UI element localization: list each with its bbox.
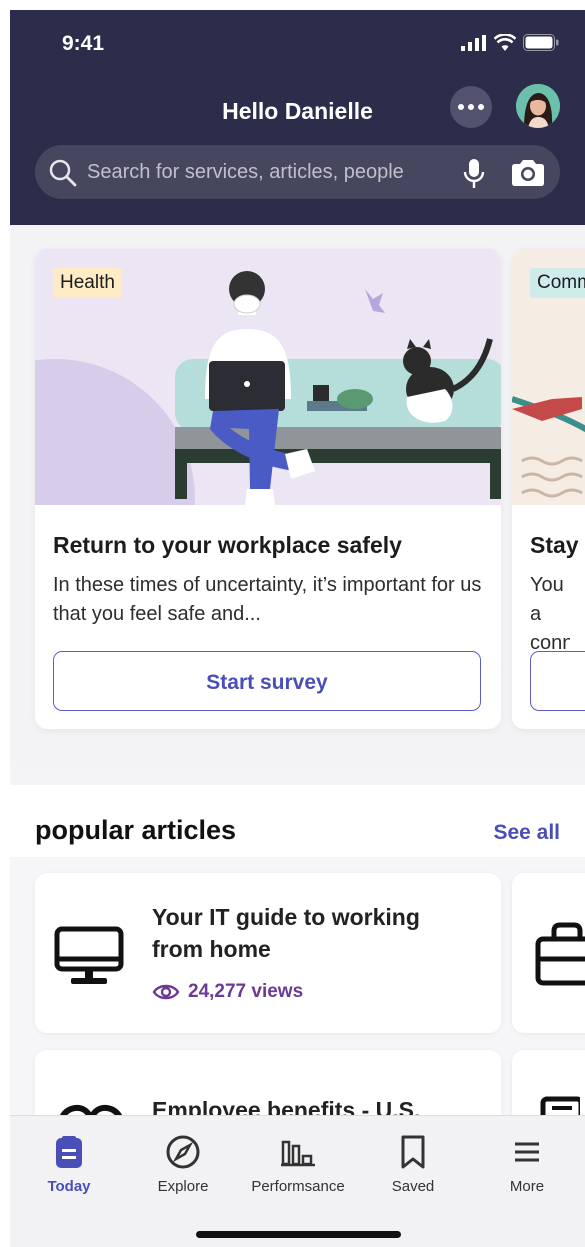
dot-icon <box>458 104 464 110</box>
tab-today[interactable]: Today <box>14 1134 124 1195</box>
avatar-image <box>516 84 560 128</box>
compass-icon <box>166 1135 200 1169</box>
search-icon <box>49 159 77 187</box>
bookmark-icon <box>401 1135 425 1169</box>
tab-label: Today <box>47 1178 91 1195</box>
status-time: 9:41 <box>62 32 105 55</box>
search-bar[interactable] <box>35 145 560 199</box>
chart-icon <box>281 1140 315 1167</box>
dot-icon <box>468 104 474 110</box>
more-options-button[interactable] <box>450 86 492 128</box>
category-tag: Health <box>53 268 122 298</box>
camera-icon[interactable] <box>510 159 546 187</box>
home-indicator[interactable] <box>196 1231 401 1238</box>
signal-icon <box>461 35 486 51</box>
wifi-icon <box>494 34 516 51</box>
start-survey-button[interactable]: Start survey <box>53 651 481 711</box>
card-description: You aconne <box>530 574 570 654</box>
card-action-button[interactable] <box>530 651 585 711</box>
featured-cards-carousel[interactable]: Health Return to your workplace safely I… <box>10 225 585 765</box>
greeting-title: Hello Danielle <box>222 98 373 124</box>
card-illustration: Comm <box>512 249 585 505</box>
article-card[interactable]: Your IT guide to working from home 24,27… <box>35 873 501 1033</box>
article-card[interactable] <box>512 873 585 1033</box>
tab-label: Saved <box>391 1178 435 1195</box>
card-illustration: Health <box>35 249 501 505</box>
status-icons <box>461 34 559 51</box>
tab-more[interactable]: More <box>472 1134 582 1195</box>
monitor-icon <box>54 926 124 984</box>
category-tag: Comm <box>530 268 585 298</box>
bottom-tab-bar: Today Explore Performsance Saved More <box>10 1115 585 1247</box>
card-description: In these times of uncertainty, it’s impo… <box>53 574 482 625</box>
card-title: Stay <box>530 532 579 558</box>
tab-label: More <box>509 1178 545 1195</box>
tab-explore[interactable]: Explore <box>128 1134 238 1195</box>
battery-icon <box>523 34 559 51</box>
featured-card[interactable]: Health Return to your workplace safely I… <box>35 249 501 729</box>
eye-icon <box>152 984 180 1000</box>
tab-label: Explore <box>157 1178 209 1195</box>
card-title: Return to your workplace safely <box>53 532 402 558</box>
menu-icon <box>515 1142 539 1162</box>
app-header: 9:41 Hello Danielle <box>10 10 585 225</box>
featured-card[interactable]: Comm Stay You aconne <box>512 249 585 729</box>
today-icon <box>56 1136 82 1168</box>
tab-label: Performsance <box>251 1178 345 1195</box>
briefcase-icon <box>535 922 585 986</box>
search-input[interactable] <box>87 145 447 199</box>
article-title: Your IT guide to working from home <box>152 904 420 962</box>
see-all-link[interactable]: See all <box>493 821 560 845</box>
phone-screen: 9:41 Hello Danielle Search for services,… <box>10 10 585 1247</box>
article-views: 24,277 views <box>152 981 303 1003</box>
tab-performance[interactable]: Performsance <box>243 1134 353 1195</box>
user-avatar[interactable] <box>516 84 560 128</box>
section-title: popular articles <box>35 815 237 845</box>
dot-icon <box>478 104 484 110</box>
microphone-icon[interactable] <box>462 158 486 190</box>
tab-saved[interactable]: Saved <box>358 1134 468 1195</box>
views-count: 24,277 views <box>188 981 304 1002</box>
